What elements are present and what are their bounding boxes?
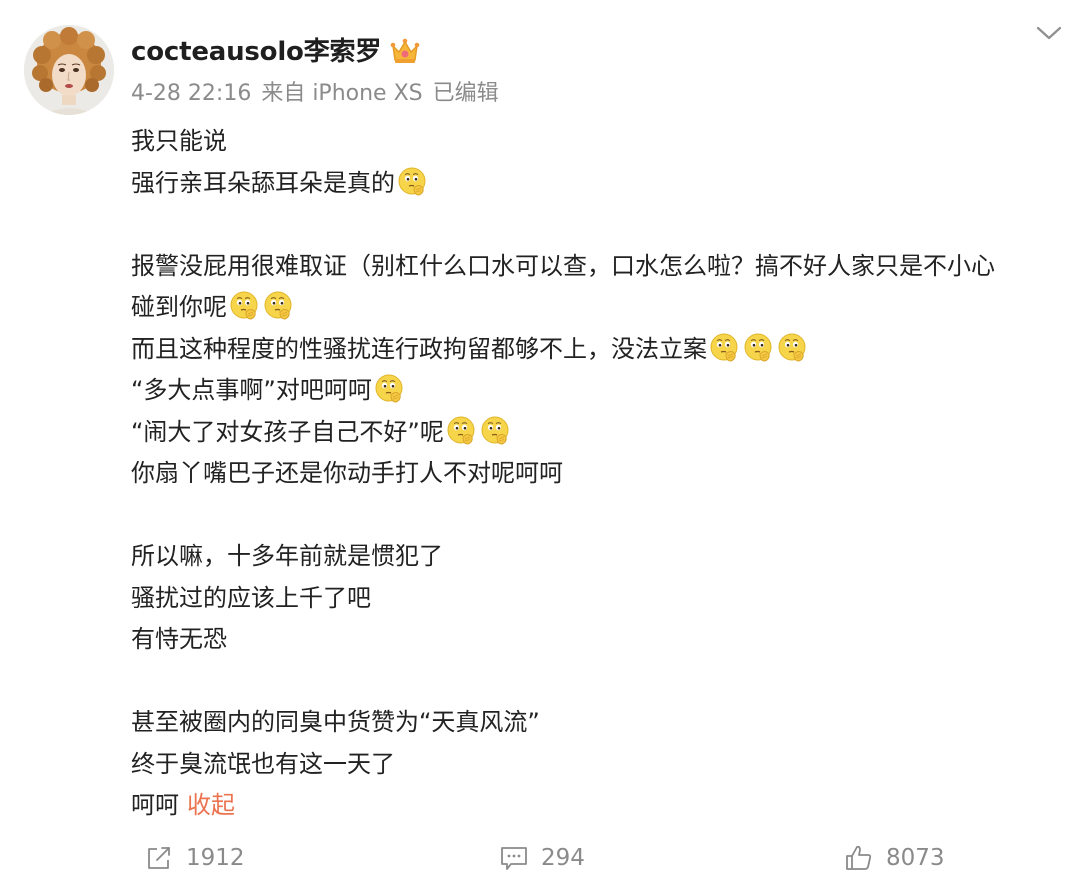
content-text: 强行亲耳朵舔耳朵是真的 (131, 168, 395, 197)
content-text: 骚扰过的应该上千了吧 (131, 583, 371, 612)
avatar[interactable] (24, 25, 114, 115)
content-text: 你扇丫嘴巴子还是你动手打人不对呢呵呵 (131, 459, 563, 487)
content-text: 所以嘛，十多年前就是惯犯了 (131, 542, 443, 570)
content-text: “闹大了对女孩子自己不好”呢 (131, 417, 444, 446)
action-bar: 1912 294 8073 (0, 838, 1080, 878)
thumbs-up-icon (846, 845, 872, 870)
share-icon (148, 847, 170, 869)
share-count: 1912 (186, 845, 245, 871)
crown-icon (390, 38, 420, 63)
thinking-face-icon (709, 332, 741, 364)
thinking-face-icon (229, 290, 261, 322)
thinking-face-icon (446, 415, 478, 447)
thinking-face-icon (480, 415, 512, 447)
content-text: 呵呵 (131, 791, 179, 819)
content-text: 我只能说 (131, 127, 227, 155)
content-line: 而且这种程度的性骚扰连行政拘留都够不上，没法立案 (131, 329, 1071, 371)
like-button[interactable]: 8073 (844, 838, 945, 878)
share-button[interactable]: 1912 (144, 838, 245, 878)
weibo-post-card: cocteausolo李索罗 4-28 22:16 来自 iPhone XS 已编辑… (0, 0, 1080, 878)
content-text: “多大点事啊”对吧呵呵 (131, 376, 372, 404)
thinking-face-icon (397, 166, 429, 198)
content-line: 我只能说 (131, 121, 1071, 163)
comment-count: 294 (541, 845, 585, 871)
chevron-down-icon[interactable] (1035, 22, 1063, 44)
content-line: 碰到你呢 (131, 287, 1071, 329)
content-line: “闹大了对女孩子自己不好”呢 (131, 412, 1071, 454)
content-line: “多大点事啊”对吧呵呵 (131, 370, 1071, 412)
content-text: 终于臭流氓也有这一天了 (131, 749, 395, 778)
content-line: 你扇丫嘴巴子还是你动手打人不对呢呵呵 (131, 453, 1071, 495)
post-source: 来自 iPhone XS (261, 81, 423, 106)
content-line: 报警没屁用很难取证（别杠什么口水可以查，口水怎么啦？搞不好人家只是不小心 (131, 246, 1071, 288)
comment-icon (501, 847, 527, 870)
post-date: 4-28 22:16 (131, 81, 252, 106)
content-line: 所以嘛，十多年前就是惯犯了 (131, 536, 1071, 578)
content-line: 终于臭流氓也有这一天了 (131, 744, 1071, 786)
thinking-face-icon (777, 332, 809, 364)
content-line: 强行亲耳朵舔耳朵是真的 (131, 163, 1071, 205)
content-line: 有恃无恐 (131, 619, 1071, 661)
content-text: 报警没屁用很难取证（别杠什么口水可以查，口水怎么啦？搞不好人家只是不小心 (131, 251, 995, 280)
username[interactable]: cocteausolo李索罗 (131, 32, 421, 72)
content-text: 甚至被圈内的同臭中货赞为“天真风流” (131, 708, 540, 736)
comment-button[interactable]: 294 (499, 838, 585, 878)
content-text: 而且这种程度的性骚扰连行政拘留都够不上，没法立案 (131, 334, 707, 363)
post-content: 我只能说 强行亲耳朵舔耳朵是真的 报警没屁用很难取证（别杠什么口水可以查，口水怎… (131, 121, 1071, 827)
content-line: 骚扰过的应该上千了吧 (131, 578, 1071, 620)
content-text: 有恃无恐 (131, 625, 227, 653)
content-text: 碰到你呢 (131, 293, 227, 321)
collapse-link[interactable]: 收起 (187, 791, 235, 819)
content-line: 呵呵 收起 (131, 785, 1071, 827)
content-line: 甚至被圈内的同臭中货赞为“天真风流” (131, 702, 1071, 744)
thinking-face-icon (374, 373, 406, 405)
portrait-avatar-icon (24, 25, 114, 115)
thinking-face-icon (743, 332, 775, 364)
edited-label[interactable]: 已编辑 (433, 81, 499, 106)
like-count: 8073 (886, 845, 945, 871)
thinking-face-icon (263, 290, 295, 322)
post-meta: 4-28 22:16 来自 iPhone XS 已编辑 (131, 77, 499, 111)
username-text[interactable]: cocteausolo李索罗 (131, 37, 381, 67)
